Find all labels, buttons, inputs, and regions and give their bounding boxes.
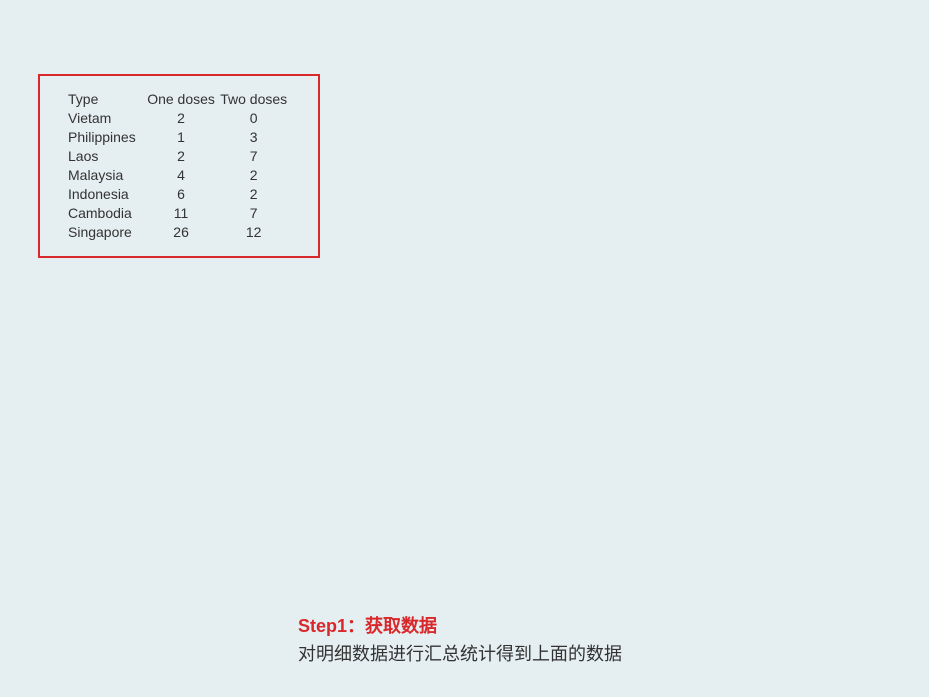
cell-type: Cambodia [68,204,145,223]
cell-one-doses: 6 [145,185,218,204]
table-row: Malaysia42 [68,166,290,185]
table-row: Vietam20 [68,109,290,128]
cell-one-doses: 2 [145,109,218,128]
cell-two-doses: 2 [217,166,290,185]
caption-title: Step1：获取数据 [298,612,622,640]
header-two-doses: Two doses [217,90,290,109]
cell-one-doses: 1 [145,128,218,147]
table-row: Cambodia117 [68,204,290,223]
cell-type: Vietam [68,109,145,128]
cell-one-doses: 26 [145,223,218,242]
data-table: Type One doses Two doses Vietam20Philipp… [68,90,290,242]
cell-one-doses: 11 [145,204,218,223]
cell-type: Philippines [68,128,145,147]
cell-one-doses: 4 [145,166,218,185]
cell-type: Singapore [68,223,145,242]
cell-type: Laos [68,147,145,166]
cell-type: Indonesia [68,185,145,204]
cell-two-doses: 7 [217,147,290,166]
table-row: Philippines13 [68,128,290,147]
cell-type: Malaysia [68,166,145,185]
cell-two-doses: 2 [217,185,290,204]
table-row: Laos27 [68,147,290,166]
cell-one-doses: 2 [145,147,218,166]
header-type: Type [68,90,145,109]
caption-subtitle: 对明细数据进行汇总统计得到上面的数据 [298,640,622,668]
table-row: Indonesia62 [68,185,290,204]
table-row: Singapore2612 [68,223,290,242]
cell-two-doses: 12 [217,223,290,242]
caption-block: Step1：获取数据 对明细数据进行汇总统计得到上面的数据 [298,612,622,668]
header-one-doses: One doses [145,90,218,109]
table-header-row: Type One doses Two doses [68,90,290,109]
table-body: Vietam20Philippines13Laos27Malaysia42Ind… [68,109,290,242]
data-table-container: Type One doses Two doses Vietam20Philipp… [38,74,320,258]
cell-two-doses: 0 [217,109,290,128]
cell-two-doses: 7 [217,204,290,223]
cell-two-doses: 3 [217,128,290,147]
